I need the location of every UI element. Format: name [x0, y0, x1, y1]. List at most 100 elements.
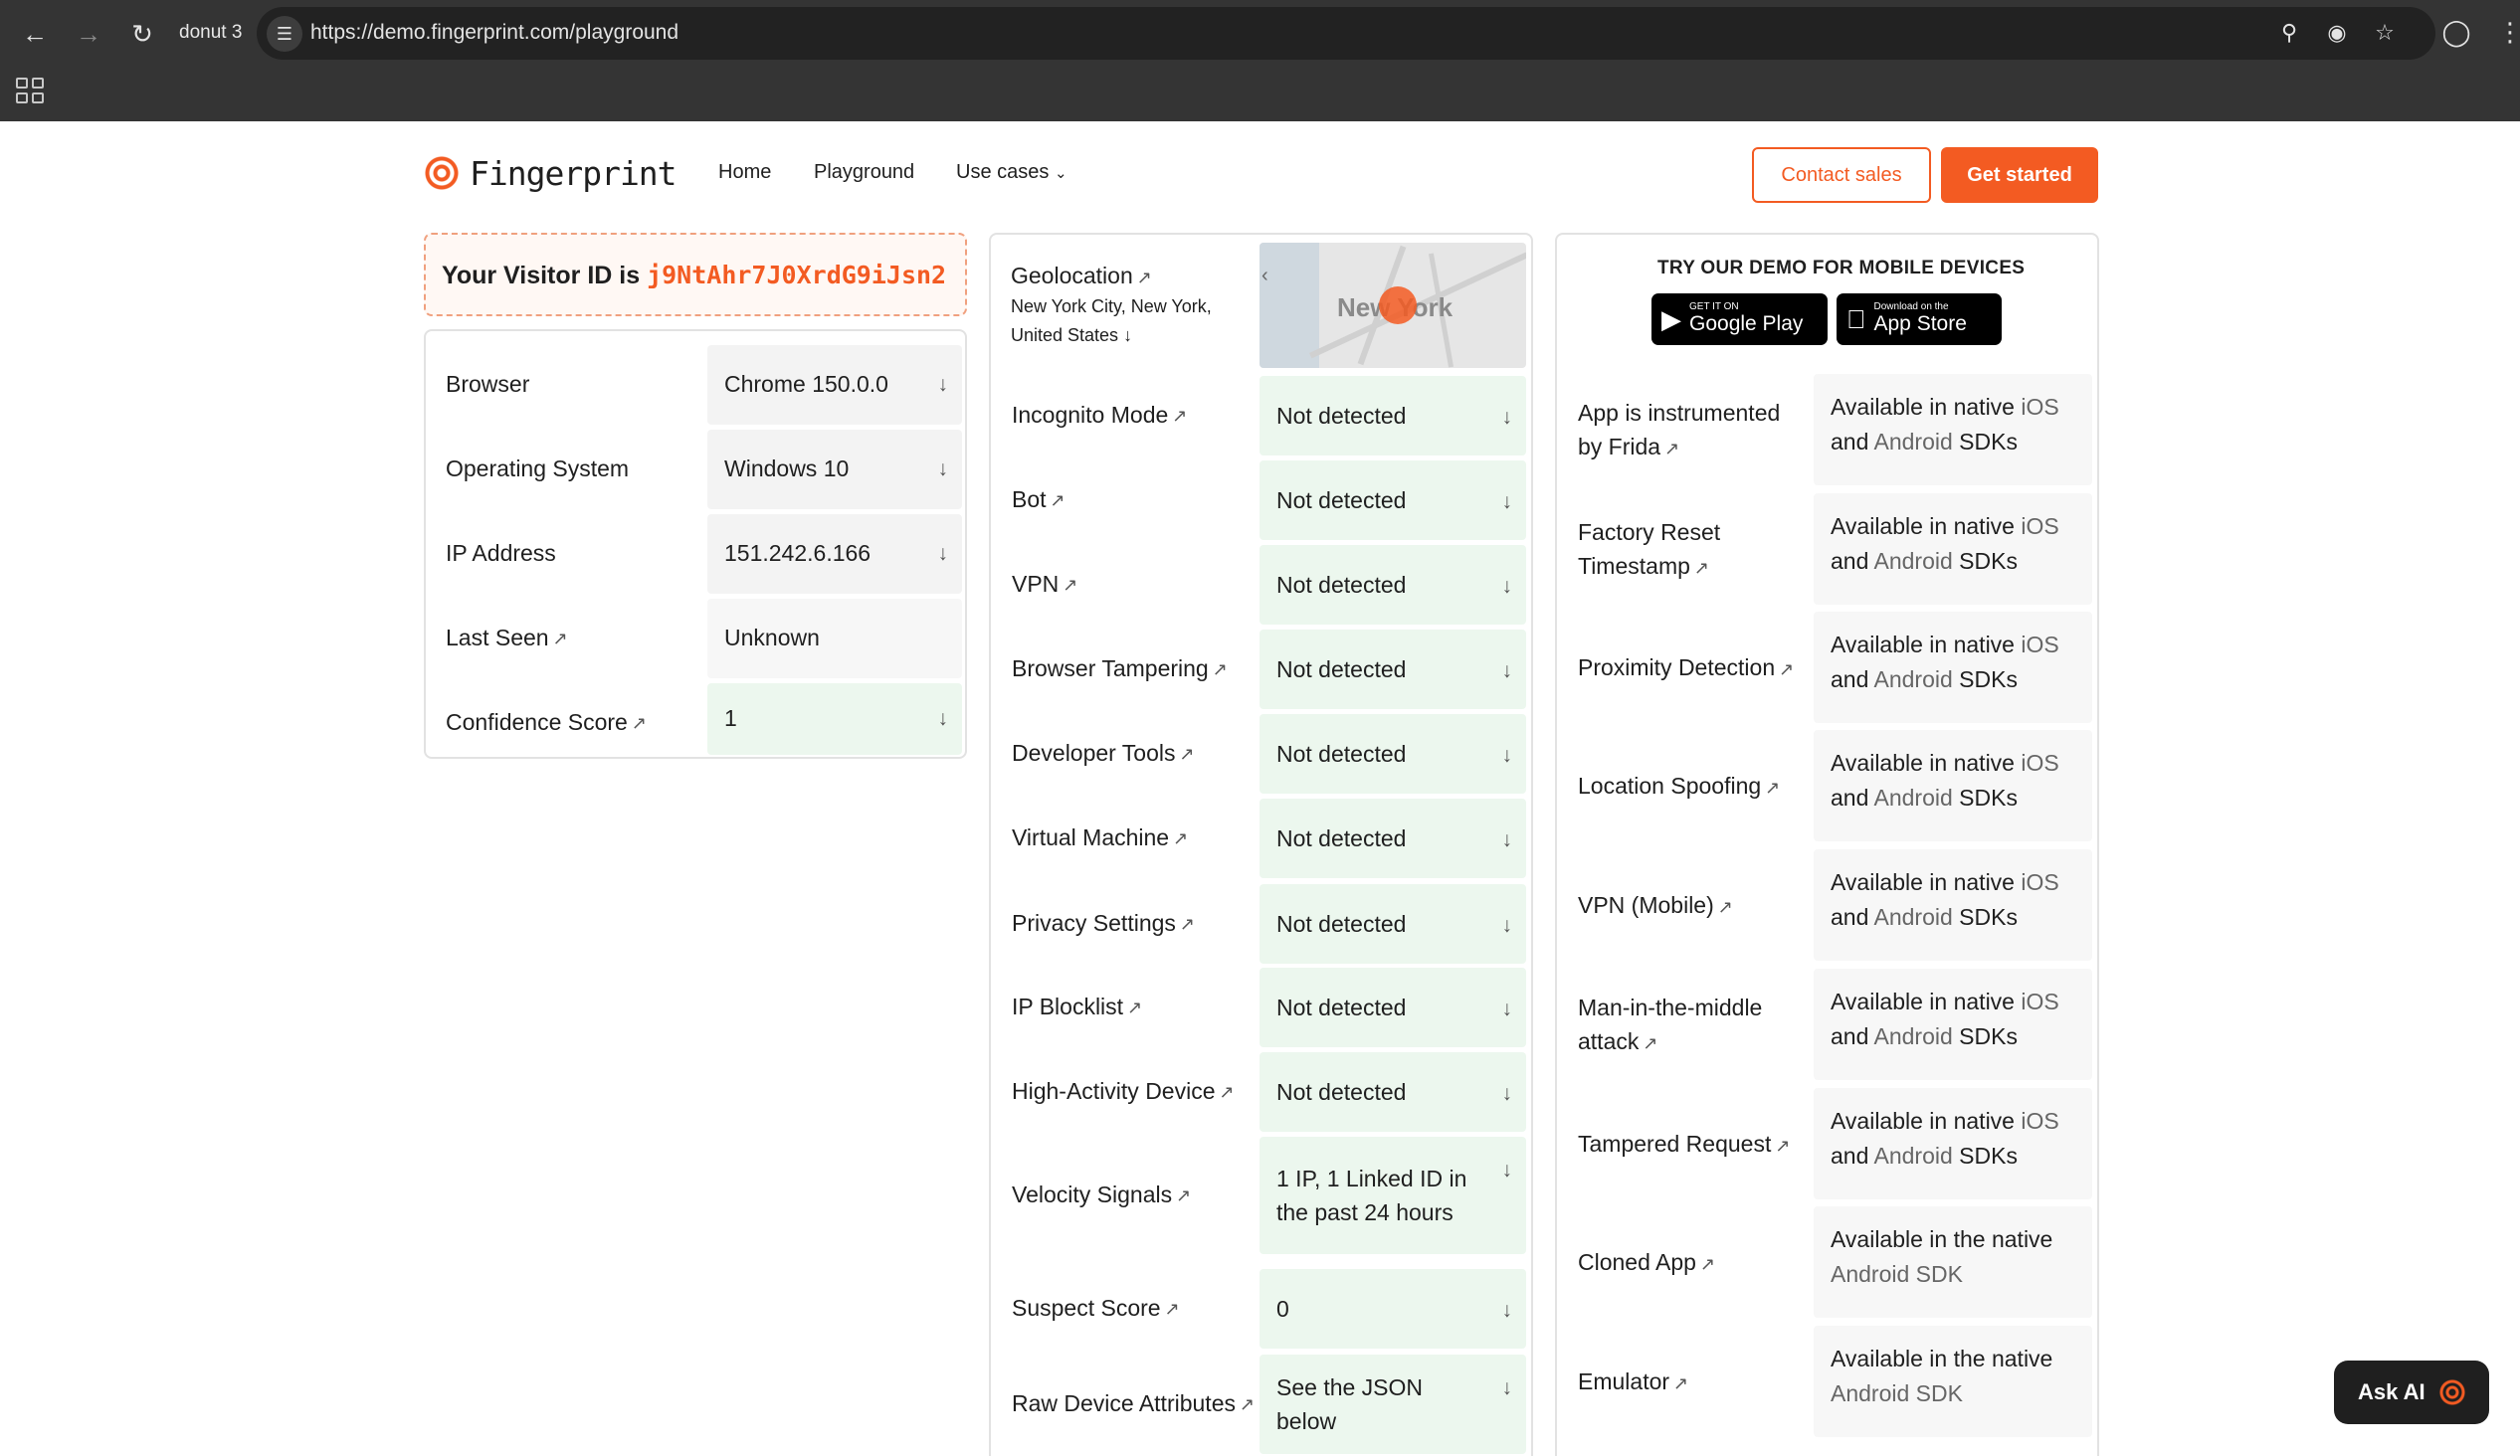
back-icon[interactable]: ← [18, 17, 52, 51]
app-store-button[interactable]:  Download on theApp Store [1837, 293, 2002, 345]
eye-off-icon[interactable]: ◉ [2322, 20, 2352, 46]
availability-text: Available in native [1831, 394, 2015, 420]
virtual-machine-label[interactable]: Virtual Machine ↗ [1012, 799, 1260, 878]
suspect-score-value[interactable]: 0 ↓ [1260, 1269, 1526, 1349]
velocity-signals-value[interactable]: 1 IP, 1 Linked ID in the past 24 hours ↓ [1260, 1137, 1526, 1254]
arrow-down-icon: ↓ [1501, 575, 1513, 598]
ios-link[interactable]: iOS [2021, 394, 2058, 420]
bot-label[interactable]: Bot ↗ [1012, 460, 1260, 540]
google-play-small-text: GET IT ON [1689, 301, 1739, 313]
external-link-icon: ↗ [1699, 1253, 1716, 1274]
vpn-value[interactable]: Not detected ↓ [1260, 545, 1526, 625]
tampered-request-label[interactable]: Tampered Request ↗ [1578, 1088, 1797, 1199]
android-link[interactable]: Android [1874, 666, 1953, 692]
ip-blocklist-value[interactable]: Not detected ↓ [1260, 968, 1526, 1047]
factory-reset-label-wrap: Factory Reset Timestamp ↗ [1578, 515, 1797, 584]
android-link[interactable]: Android [1874, 429, 1953, 455]
site-info-icon[interactable]: ☰ [267, 16, 302, 52]
browser-value[interactable]: Chrome 150.0.0 ↓ [707, 345, 962, 425]
ios-link[interactable]: iOS [2021, 1108, 2058, 1134]
ios-link[interactable]: iOS [2021, 632, 2058, 657]
android-link[interactable]: Android [1874, 1023, 1953, 1049]
mitm-attack-label[interactable]: Man-in-the-middle attack ↗ [1578, 969, 1797, 1080]
ip-value-text: 151.242.6.166 [724, 540, 872, 567]
contact-sales-button[interactable]: Contact sales [1752, 147, 1931, 203]
bot-value[interactable]: Not detected ↓ [1260, 460, 1526, 540]
chevron-left-icon[interactable]: ‹ [1261, 265, 1268, 287]
virtual-machine-label-text: Virtual Machine [1012, 824, 1170, 851]
get-started-button[interactable]: Get started [1941, 147, 2098, 203]
bookmark-star-icon[interactable]: ☆ [2370, 20, 2400, 46]
privacy-settings-value[interactable]: Not detected ↓ [1260, 884, 1526, 964]
vpn-label[interactable]: VPN ↗ [1012, 545, 1260, 625]
virtual-machine-value[interactable]: Not detected ↓ [1260, 799, 1526, 878]
browser-tampering-label[interactable]: Browser Tampering ↗ [1012, 630, 1260, 709]
last-seen-label[interactable]: Last Seen ↗ [426, 599, 704, 678]
android-sdk-link[interactable]: Android SDK [1831, 1261, 1963, 1287]
high-activity-device-label[interactable]: High-Activity Device ↗ [1012, 1052, 1260, 1132]
android-link[interactable]: Android [1874, 785, 1953, 811]
browser-tampering-value[interactable]: Not detected ↓ [1260, 630, 1526, 709]
os-value[interactable]: Windows 10 ↓ [707, 430, 962, 509]
android-link[interactable]: Android [1874, 548, 1953, 574]
velocity-signals-label[interactable]: Velocity Signals ↗ [1012, 1137, 1260, 1254]
nav-use-cases[interactable]: Use cases ⌄ [956, 161, 1067, 184]
location-spoofing-label-text: Location Spoofing [1578, 772, 1762, 799]
frida-label[interactable]: App is instrumented by Frida ↗ [1578, 374, 1797, 485]
android-sdk-link[interactable]: Android SDK [1831, 1380, 1963, 1406]
apps-grid-icon[interactable] [14, 76, 44, 105]
google-play-button[interactable]: ▶ GET IT ON Google Play [1651, 293, 1828, 345]
fingerprint-logo[interactable]: Fingerprint [422, 153, 678, 193]
raw-device-attributes-label[interactable]: Raw Device Attributes ↗ [1012, 1355, 1260, 1454]
reload-icon[interactable]: ↻ [125, 17, 159, 51]
ip-blocklist-value-text: Not detected [1276, 994, 1407, 1020]
address-bar[interactable]: ☰ https://demo.fingerprint.com/playgroun… [257, 7, 2435, 60]
availability-text: Available in the native [1831, 1226, 2053, 1252]
high-activity-device-value[interactable]: Not detected ↓ [1260, 1052, 1526, 1132]
factory-reset-label[interactable]: Factory Reset Timestamp ↗ [1578, 493, 1797, 605]
geolocation-map[interactable]: New York ‹ [1260, 243, 1526, 368]
ios-link[interactable]: iOS [2021, 513, 2058, 539]
nav-playground[interactable]: Playground [814, 161, 914, 184]
forward-icon[interactable]: → [72, 17, 105, 51]
bookmarks-bar [0, 68, 2520, 121]
menu-icon[interactable]: ⋮ [2497, 17, 2520, 48]
incognito-value[interactable]: Not detected ↓ [1260, 376, 1526, 455]
cloned-app-label-text: Cloned App [1578, 1248, 1696, 1275]
ip-blocklist-label-text: IP Blocklist [1012, 994, 1124, 1020]
cloned-app-label[interactable]: Cloned App ↗ [1578, 1206, 1797, 1318]
emulator-label[interactable]: Emulator ↗ [1578, 1326, 1797, 1437]
privacy-settings-label[interactable]: Privacy Settings ↗ [1012, 884, 1260, 964]
tab-title[interactable]: donut 3 [179, 22, 242, 44]
brand-name: Fingerprint [470, 153, 678, 193]
raw-device-attributes-value[interactable]: See the JSON below ↓ [1260, 1355, 1526, 1454]
vpn-mobile-label[interactable]: VPN (Mobile) ↗ [1578, 849, 1797, 961]
ios-link[interactable]: iOS [2021, 750, 2058, 776]
arrow-down-icon: ↓ [1501, 1299, 1513, 1322]
app-store-big-text: App Store [1854, 312, 1967, 336]
android-link[interactable]: Android [1874, 904, 1953, 930]
ios-link[interactable]: iOS [2021, 989, 2058, 1014]
profile-icon[interactable]: ◯ [2439, 17, 2473, 48]
ios-link[interactable]: iOS [2021, 869, 2058, 895]
ip-value[interactable]: 151.242.6.166 ↓ [707, 514, 962, 594]
proximity-detection-label[interactable]: Proximity Detection ↗ [1578, 612, 1797, 723]
confidence-label[interactable]: Confidence Score ↗ [426, 683, 704, 763]
location-spoofing-label[interactable]: Location Spoofing ↗ [1578, 730, 1797, 841]
developer-tools-value[interactable]: Not detected ↓ [1260, 714, 1526, 794]
apple-icon:  [1846, 304, 1866, 335]
url-text[interactable]: https://demo.fingerprint.com/playground [310, 21, 678, 45]
ip-blocklist-label[interactable]: IP Blocklist ↗ [1012, 968, 1260, 1047]
suspect-score-label[interactable]: Suspect Score ↗ [1012, 1269, 1260, 1349]
developer-tools-label[interactable]: Developer Tools ↗ [1012, 714, 1260, 794]
geolocation-title[interactable]: Geolocation ↗ [1011, 260, 1152, 292]
ask-ai-button[interactable]: Ask AI [2334, 1361, 2489, 1424]
nav-home[interactable]: Home [718, 161, 771, 184]
zoom-icon[interactable]: ⚲ [2274, 20, 2304, 46]
incognito-label[interactable]: Incognito Mode ↗ [1012, 376, 1260, 455]
confidence-value[interactable]: 1 ↓ [707, 683, 962, 755]
bot-label-text: Bot [1012, 486, 1047, 513]
android-link[interactable]: Android [1874, 1143, 1953, 1169]
google-play-big-text: Google Play [1689, 312, 1804, 336]
geolocation-location[interactable]: New York City, New York, United States ↓ [1011, 292, 1250, 350]
